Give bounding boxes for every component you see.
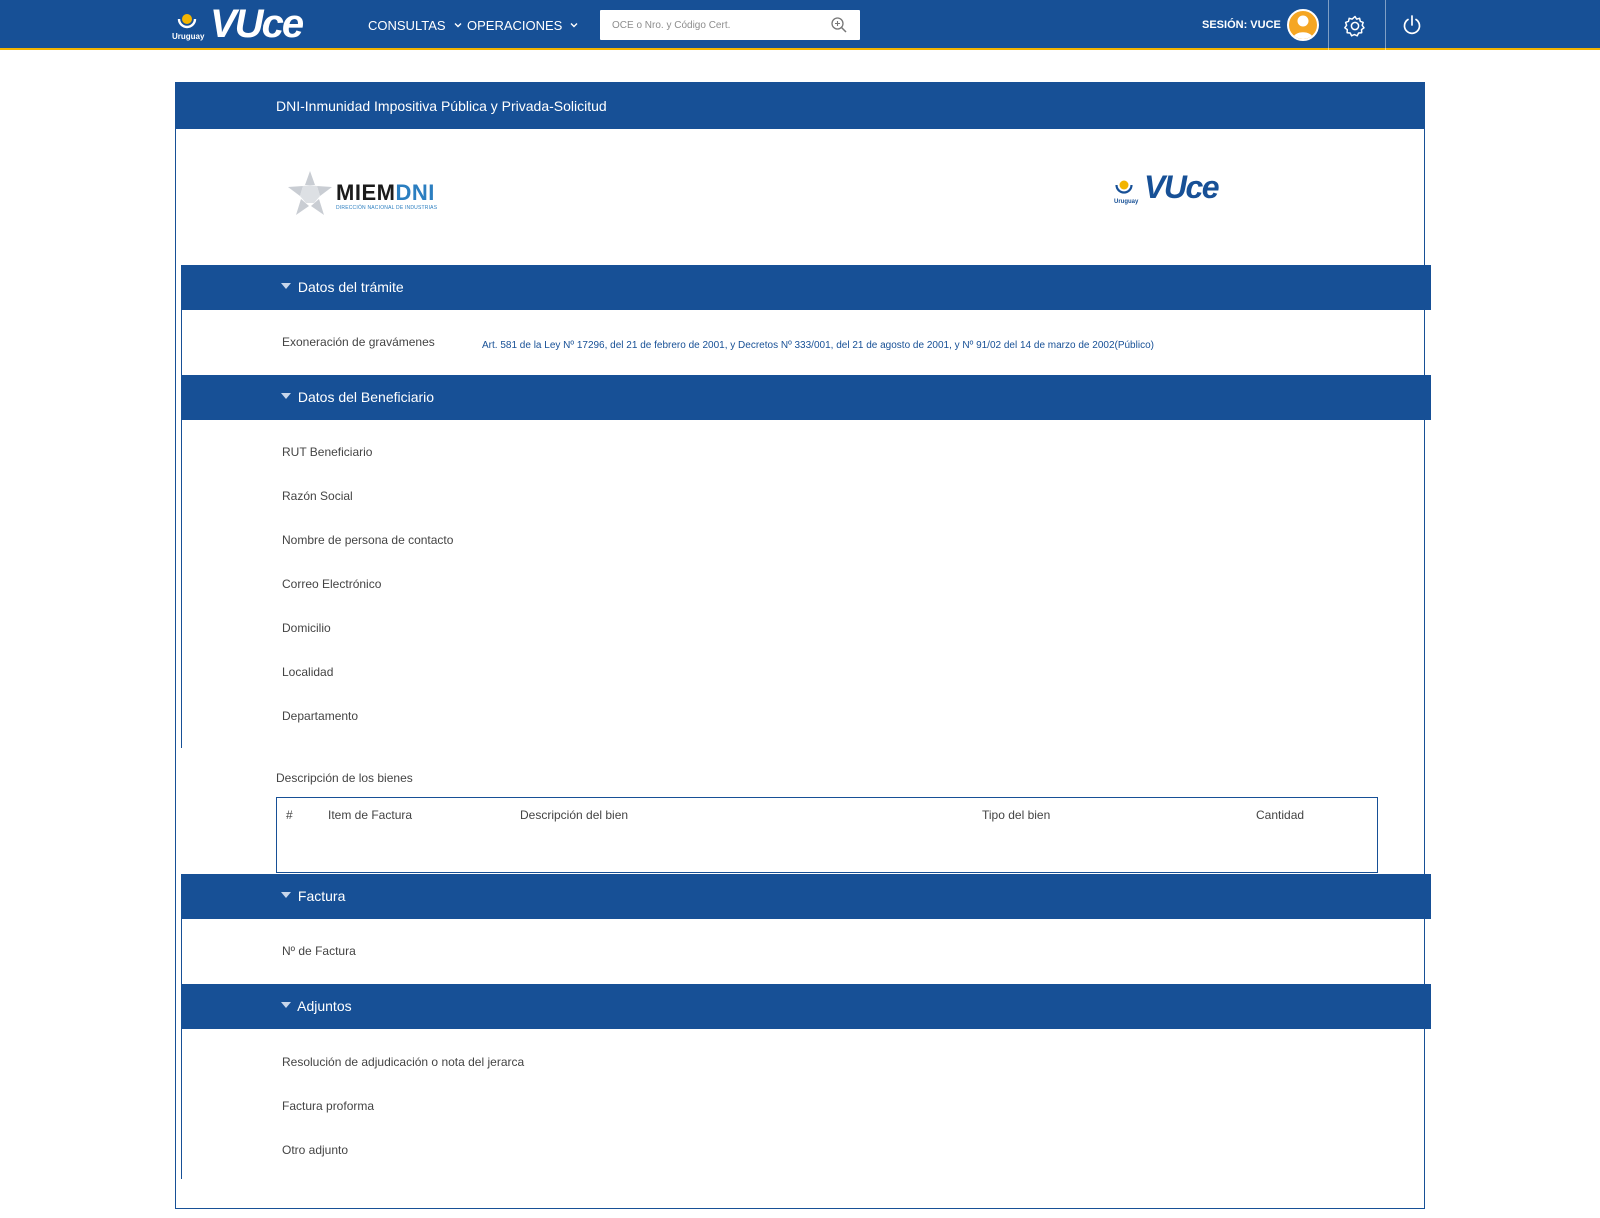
section-header-adjuntos[interactable]: Adjuntos (181, 984, 1431, 1029)
brand-wordmark: VUce (210, 2, 304, 46)
field-label-factura: Nº de Factura (282, 944, 356, 958)
field-label-correo: Correo Electrónico (282, 577, 382, 591)
chevron-down-icon (454, 23, 462, 28)
section-title: Adjuntos (297, 998, 352, 1014)
vuce-brand-logo[interactable]: Uruguay VUce (172, 2, 322, 46)
miem-star-icon (288, 171, 332, 215)
section-left-border (181, 420, 182, 748)
vuce-country-label: Uruguay (1114, 199, 1139, 205)
section-title: Datos del trámite (297, 279, 404, 295)
field-label-otro-adjunto: Otro adjunto (282, 1143, 349, 1157)
brand-country-label: Uruguay (172, 32, 205, 41)
nav-consultas-menu[interactable]: CONSULTAS (368, 0, 463, 50)
caret-down-icon (281, 393, 291, 400)
goods-table: # Item de Factura Descripción del bien T… (276, 797, 1378, 873)
section-left-border (181, 1029, 182, 1179)
request-form-panel: DNI-Inmunidad Impositiva Pública y Priva… (175, 82, 1425, 1209)
miem-text-block: MIEMDNI DIRECCIÓN NACIONAL DE INDUSTRIAS (336, 180, 437, 211)
power-icon[interactable] (1401, 14, 1423, 36)
field-label-rut: RUT Beneficiario (282, 445, 373, 459)
uruguay-emblem-icon (177, 14, 197, 29)
section-header-datos-beneficiario[interactable]: Datos del Beneficiario (181, 375, 1431, 420)
certificate-search (600, 10, 860, 40)
page-title: DNI-Inmunidad Impositiva Pública y Priva… (176, 83, 1424, 129)
table-header-item: Item de Factura (328, 808, 413, 822)
user-icon (1293, 15, 1313, 39)
miem-dni-logo: MIEMDNI DIRECCIÓN NACIONAL DE INDUSTRIAS (284, 169, 437, 221)
nav-consultas-label: CONSULTAS (368, 17, 446, 33)
caret-down-icon (281, 1002, 291, 1009)
header-divider (1328, 0, 1329, 50)
vuce-logo: Uruguay VUce (1114, 169, 1244, 211)
vuce-wordmark: VUce (1144, 169, 1220, 205)
header-divider (1385, 0, 1386, 50)
table-header-number: # (286, 808, 293, 822)
field-label-resolucion: Resolución de adjudicación o nota del je… (282, 1055, 525, 1069)
goods-table-title: Descripción de los bienes (276, 771, 413, 785)
chevron-down-icon (570, 23, 578, 28)
caret-down-icon (281, 892, 291, 899)
table-header-descripcion: Descripción del bien (520, 808, 629, 822)
section-title: Datos del Beneficiario (297, 389, 435, 405)
top-navigation-bar: Uruguay VUce CONSULTAS OPERACIONES SESIÓ… (0, 0, 1600, 50)
agency-logos: MIEMDNI DIRECCIÓN NACIONAL DE INDUSTRIAS… (284, 169, 1424, 310)
certificate-search-input[interactable] (600, 10, 825, 40)
field-label-departamento: Departamento (282, 709, 359, 723)
field-label-proforma: Factura proforma (282, 1099, 375, 1113)
section-left-border (181, 310, 182, 375)
session-label: SESIÓN: VUCE (1202, 19, 1281, 31)
field-label-domicilio: Domicilio (282, 621, 331, 635)
field-label-razon-social: Razón Social (282, 489, 353, 503)
zoom-in-icon[interactable] (830, 16, 848, 34)
avatar[interactable] (1287, 9, 1319, 41)
field-label-contacto: Nombre de persona de contacto (282, 533, 454, 547)
caret-down-icon (281, 283, 291, 290)
field-value-exoneracion: Art. 581 de la Ley Nº 17296, del 21 de f… (482, 340, 1154, 351)
miem-subtitle: DIRECCIÓN NACIONAL DE INDUSTRIAS (336, 204, 438, 211)
uruguay-emblem-icon (1115, 180, 1133, 194)
gear-icon[interactable] (1343, 14, 1367, 38)
miem-name: MIEMDNI (336, 179, 435, 205)
section-title: Factura (297, 888, 346, 904)
nav-operaciones-label: OPERACIONES (467, 17, 563, 33)
field-label-localidad: Localidad (282, 665, 334, 679)
table-header-tipo: Tipo del bien (982, 808, 1051, 822)
section-left-border (181, 919, 182, 984)
section-header-factura[interactable]: Factura (181, 874, 1431, 919)
section-header-datos-tramite[interactable]: Datos del trámite (181, 265, 1431, 310)
nav-operaciones-menu[interactable]: OPERACIONES (467, 0, 579, 50)
table-header-cantidad: Cantidad (1256, 808, 1305, 822)
field-label-exoneracion: Exoneración de gravámenes (282, 335, 435, 349)
